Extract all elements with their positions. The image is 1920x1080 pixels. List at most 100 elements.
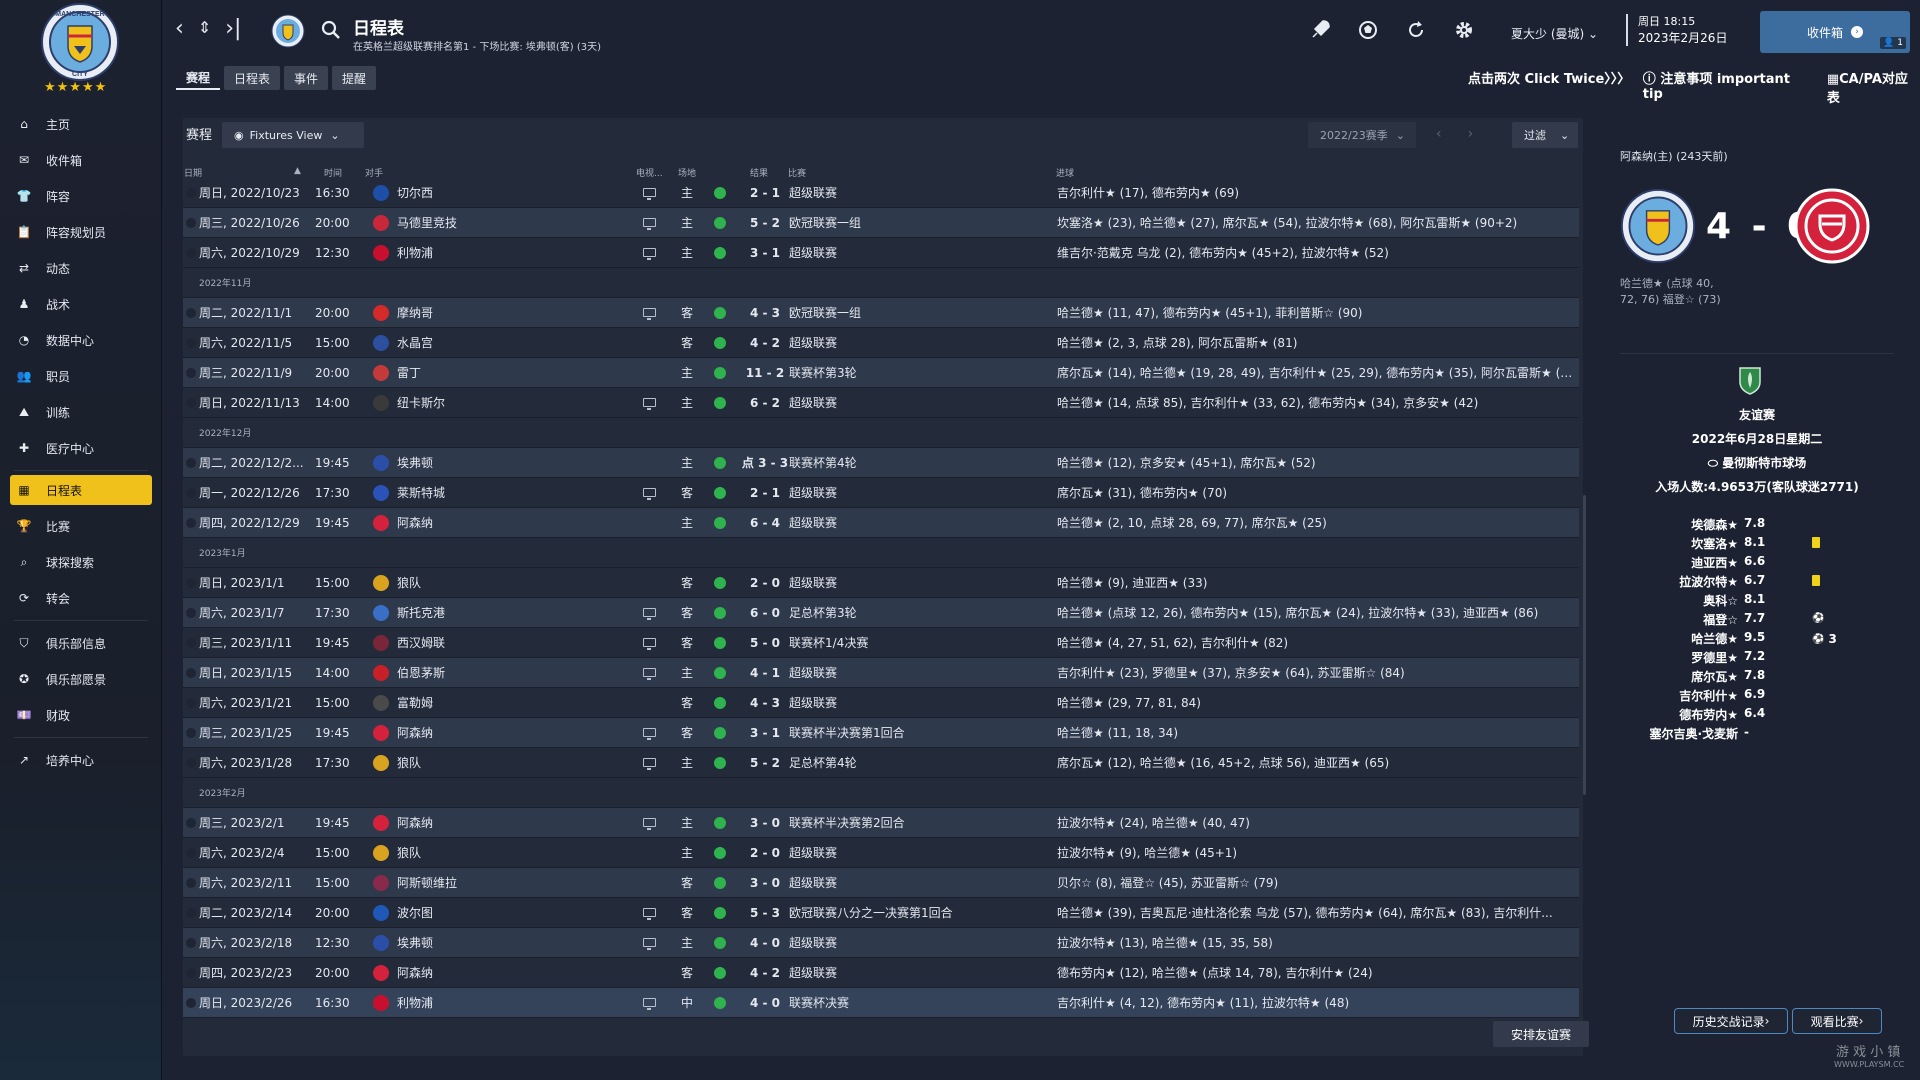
fixture-score[interactable]: 5 - 3 [739,906,791,920]
fixture-competition[interactable]: 超级联赛 [789,964,837,981]
opponent-crest-icon[interactable] [373,364,389,381]
sidebar-item-1[interactable]: ✉ 收件箱 [0,142,162,178]
fixture-competition[interactable]: 超级联赛 [789,934,837,951]
sidebar-item-4[interactable]: ⇄ 动态 [0,250,162,286]
row-select-toggle[interactable] [186,817,196,828]
opponent-crest-icon[interactable] [373,964,389,981]
fixture-score[interactable]: 2 - 0 [739,576,791,590]
table-row[interactable]: 周四, 2022/12/29 19:45 阿森纳 主 6 - 4 超级联赛 哈兰德★ (2,… [183,508,1579,538]
fixtures-scrollbar[interactable] [1583,495,1586,795]
player-rating-row[interactable]: 坎塞洛★ 8.1 [1620,535,1894,554]
opponent-crest-icon[interactable] [373,844,389,861]
opponent-crest-icon[interactable] [373,394,389,411]
row-select-toggle[interactable] [186,517,196,528]
away-team-crest[interactable] [1794,188,1870,264]
tab-schedule[interactable]: 日程表 [224,66,281,90]
sidebar-item-15[interactable]: ✪ 俱乐部愿景 [0,661,162,697]
row-select-toggle[interactable] [186,937,196,948]
opponent-name[interactable]: 阿森纳 [397,814,433,831]
opponent-crest-icon[interactable] [373,484,389,501]
fixture-competition[interactable]: 超级联赛 [789,244,837,261]
club-crest[interactable]: MANCHESTER CITY [40,2,120,82]
fixture-competition[interactable]: 超级联赛 [789,184,837,201]
row-select-toggle[interactable] [186,877,196,888]
row-select-toggle[interactable] [186,607,196,618]
opponent-crest-icon[interactable] [373,694,389,711]
search-icon[interactable] [321,20,341,43]
fixture-score[interactable]: 4 - 3 [739,696,791,710]
row-select-toggle[interactable] [186,637,196,648]
opponent-name[interactable]: 斯托克港 [397,604,445,621]
opponent-crest-icon[interactable] [373,664,389,681]
row-select-toggle[interactable] [186,697,196,708]
header-club-crest[interactable] [271,14,305,48]
table-row[interactable]: 周三, 2023/2/1 19:45 阿森纳 主 3 - 0 联赛杯半决赛第2回合 拉波尔特… [183,808,1579,838]
player-rating-row[interactable]: 迪亚西★ 6.6 [1620,554,1894,573]
fixture-score[interactable]: 4 - 0 [739,936,791,950]
tab-events[interactable]: 事件 [284,66,329,90]
table-row[interactable]: 周四, 2023/2/23 20:00 阿森纳 客 4 - 2 超级联赛 德布劳内★ (12… [183,958,1579,988]
table-row[interactable]: 周二, 2022/11/1 20:00 摩纳哥 客 4 - 3 欧冠联赛一组 哈兰德★ (1… [183,298,1579,328]
row-select-toggle[interactable] [186,457,196,468]
fixture-competition[interactable]: 联赛杯决赛 [789,994,849,1011]
sidebar-item-13[interactable]: ⟳ 转会 [0,580,162,616]
sidebar-item-2[interactable]: 👕 阵容 [0,178,162,214]
table-row[interactable]: 周二, 2022/12/2... 19:45 埃弗顿 主 点 3 - 3 联赛杯第4轮 哈兰… [183,448,1579,478]
table-row[interactable]: 周三, 2022/11/9 20:00 雷丁 主 11 - 2 联赛杯第3轮 席尔瓦★ (1… [183,358,1579,388]
fixture-score[interactable]: 2 - 0 [739,846,791,860]
row-select-toggle[interactable] [186,217,196,228]
opponent-name[interactable]: 摩纳哥 [397,304,433,321]
player-rating-row[interactable]: 埃德森★ 7.8 [1620,516,1894,535]
player-rating-row[interactable]: 吉尔利什★ 6.9 [1620,687,1894,706]
player-rating-row[interactable]: 哈兰德★ 9.5 ⚽ 3 [1620,630,1894,649]
fixture-competition[interactable]: 超级联赛 [789,874,837,891]
fixture-score[interactable]: 3 - 0 [739,816,791,830]
opponent-name[interactable]: 阿森纳 [397,724,433,741]
fixture-score[interactable]: 5 - 2 [739,216,791,230]
sidebar-item-16[interactable]: 💷 财政 [0,697,162,733]
fixture-competition[interactable]: 超级联赛 [789,694,837,711]
back-arrow-icon[interactable]: ‹ [175,16,184,41]
fixture-competition[interactable]: 联赛杯半决赛第1回合 [789,724,905,741]
opponent-name[interactable]: 阿森纳 [397,964,433,981]
home-team-crest[interactable] [1620,188,1696,264]
sidebar-item-3[interactable]: 📋 阵容规划员 [0,214,162,250]
fixture-competition[interactable]: 联赛杯半决赛第2回合 [789,814,905,831]
opponent-name[interactable]: 利物浦 [397,994,433,1011]
opponent-name[interactable]: 阿森纳 [397,514,433,531]
tab-reminders[interactable]: 提醒 [332,66,377,90]
opponent-name[interactable]: 水晶宫 [397,334,433,351]
filter-dropdown[interactable]: 过滤 ⌄ [1512,122,1578,148]
fixture-score[interactable]: 6 - 0 [739,606,791,620]
row-select-toggle[interactable] [186,757,196,768]
fixture-competition[interactable]: 超级联赛 [789,574,837,591]
table-row[interactable]: 周三, 2023/1/25 19:45 阿森纳 客 3 - 1 联赛杯半决赛第1回合 哈兰德… [183,718,1579,748]
row-select-toggle[interactable] [186,727,196,738]
history-button[interactable]: 历史交战记录 › [1674,1008,1788,1034]
table-row[interactable]: 周日, 2023/1/15 14:00 伯恩茅斯 主 4 - 1 超级联赛 吉尔利什★ (2… [183,658,1579,688]
opponent-crest-icon[interactable] [373,574,389,591]
table-row[interactable]: 周六, 2023/2/18 12:30 埃弗顿 主 4 - 0 超级联赛 拉波尔特★ (13… [183,928,1579,958]
fixture-score[interactable]: 3 - 1 [739,246,791,260]
opponent-name[interactable]: 莱斯特城 [397,484,445,501]
fixture-competition[interactable]: 足总杯第4轮 [789,754,857,771]
rocket-icon[interactable] [1308,18,1332,42]
opponent-name[interactable]: 狼队 [397,754,421,771]
opponent-crest-icon[interactable] [373,604,389,621]
player-rating-row[interactable]: 罗德里★ 7.2 [1620,649,1894,668]
fixture-competition[interactable]: 超级联赛 [789,514,837,531]
player-rating-row[interactable]: 拉波尔特★ 6.7 [1620,573,1894,592]
opponent-crest-icon[interactable] [373,634,389,651]
table-row[interactable]: 周六, 2023/1/28 17:30 狼队 主 5 - 2 足总杯第4轮 席尔瓦★ (12… [183,748,1579,778]
fixture-competition[interactable]: 联赛杯第4轮 [789,454,857,471]
sidebar-item-14[interactable]: ⛉ 俱乐部信息 [0,625,162,661]
fixture-score[interactable]: 2 - 1 [739,186,791,200]
opponent-name[interactable]: 波尔图 [397,904,433,921]
click-twice-link[interactable]: 点击两次 Click Twice〉〉〉 [1468,68,1630,106]
up-down-icon[interactable]: ⇕ [198,16,211,41]
fixture-score[interactable]: 6 - 4 [739,516,791,530]
opponent-crest-icon[interactable] [373,304,389,321]
sidebar-item-6[interactable]: ◔ 数据中心 [0,322,162,358]
fixture-score[interactable]: 4 - 1 [739,666,791,680]
fixture-score[interactable]: 点 3 - 3 [739,454,791,471]
